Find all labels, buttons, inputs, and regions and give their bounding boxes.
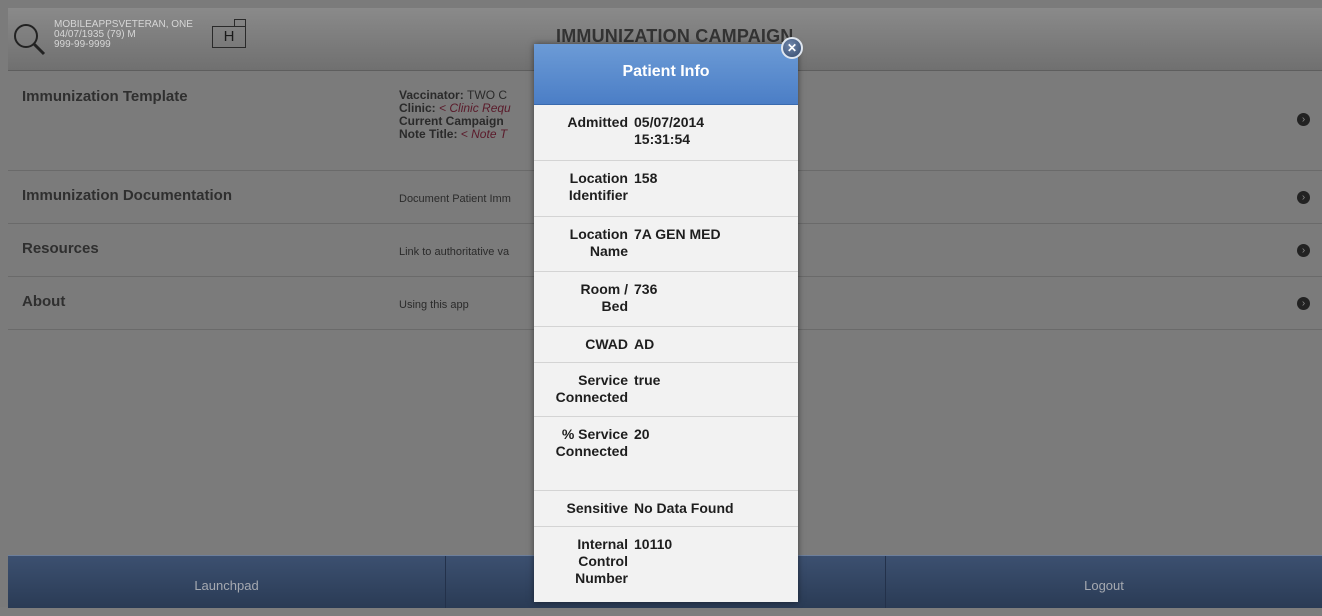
dialog-title: Patient Info (622, 63, 710, 80)
info-value: 158 (634, 170, 658, 186)
info-row-admitted: Admitted 05/07/2014 15:31:54 (534, 105, 798, 161)
close-icon[interactable]: ✕ (781, 37, 803, 59)
patient-info-dialog: Patient Info Admitted 05/07/2014 15:31:5… (534, 44, 798, 602)
template-summary: Vaccinator: TWO C Clinic: < Clinic Requ … (399, 89, 511, 141)
note-title-label: Note Title: (399, 127, 458, 141)
chevron-right-icon: › (1297, 244, 1310, 257)
clinic-value: < Clinic Requ (439, 101, 511, 115)
info-value: 10110 (634, 536, 673, 552)
info-row-service-connected: Service Connected true (534, 363, 798, 417)
vaccinator-value: TWO C (467, 88, 508, 102)
menu-item-desc: Using this app (399, 299, 469, 311)
info-value: 7A GEN MED (634, 226, 721, 242)
info-label: Location Name (569, 226, 628, 259)
info-label: Service Connected (555, 372, 628, 405)
info-value: AD (634, 336, 655, 352)
info-row-location-identifier: Location Identifier 158 (534, 161, 798, 217)
app-screen: MOBILEAPPSVETERAN, ONE 04/07/1935 (79) M… (0, 0, 1322, 608)
info-row-location-name: Location Name 7A GEN MED (534, 217, 798, 272)
chevron-right-icon: › (1297, 297, 1310, 310)
info-row-internal-control-number: Internal Control Number 10110 (534, 527, 798, 602)
logout-button[interactable]: Logout (886, 556, 1322, 608)
chevron-right-icon: › (1297, 113, 1310, 126)
dialog-header: Patient Info (534, 44, 798, 105)
info-label: Sensitive (566, 500, 628, 516)
chevron-right-icon: › (1297, 191, 1310, 204)
hospital-badge[interactable]: H (212, 19, 246, 48)
info-label: % Service Connected (555, 426, 628, 459)
info-value: 05/07/2014 15:31:54 (634, 114, 705, 147)
menu-item-desc: Link to authoritative va (399, 246, 510, 258)
patient-ssn: 999-99-9999 (54, 39, 111, 50)
info-label: Admitted (567, 114, 628, 130)
info-label: Room / Bed (580, 281, 628, 314)
clinic-label: Clinic: (399, 101, 436, 115)
info-value: true (634, 372, 661, 388)
info-row-room-bed: Room / Bed 736 (534, 272, 798, 327)
menu-item-title: Immunization Documentation (22, 187, 232, 204)
info-label: Location Identifier (568, 170, 628, 203)
menu-item-title: Resources (22, 240, 99, 257)
info-value: No Data Found (634, 500, 734, 516)
info-row-cwad: CWAD AD (534, 327, 798, 363)
info-row-percent-service-connected: % Service Connected 20 (534, 417, 798, 491)
menu-item-title: About (22, 293, 66, 310)
info-label: Internal Control Number (575, 536, 628, 586)
info-row-sensitive: Sensitive No Data Found (534, 491, 798, 527)
vaccinator-label: Vaccinator: (399, 88, 464, 102)
search-icon[interactable] (12, 22, 46, 56)
menu-item-title: Immunization Template (22, 88, 188, 105)
info-value: 736 (634, 281, 658, 297)
note-title-value: < Note T (460, 127, 508, 141)
info-value: 20 (634, 426, 650, 442)
campaign-label: Current Campaign (399, 114, 504, 128)
menu-item-desc: Document Patient Imm (399, 193, 511, 205)
patient-summary[interactable]: MOBILEAPPSVETERAN, ONE 04/07/1935 (79) M… (54, 20, 193, 50)
info-label: CWAD (585, 336, 628, 352)
launchpad-button[interactable]: Launchpad (8, 556, 446, 608)
